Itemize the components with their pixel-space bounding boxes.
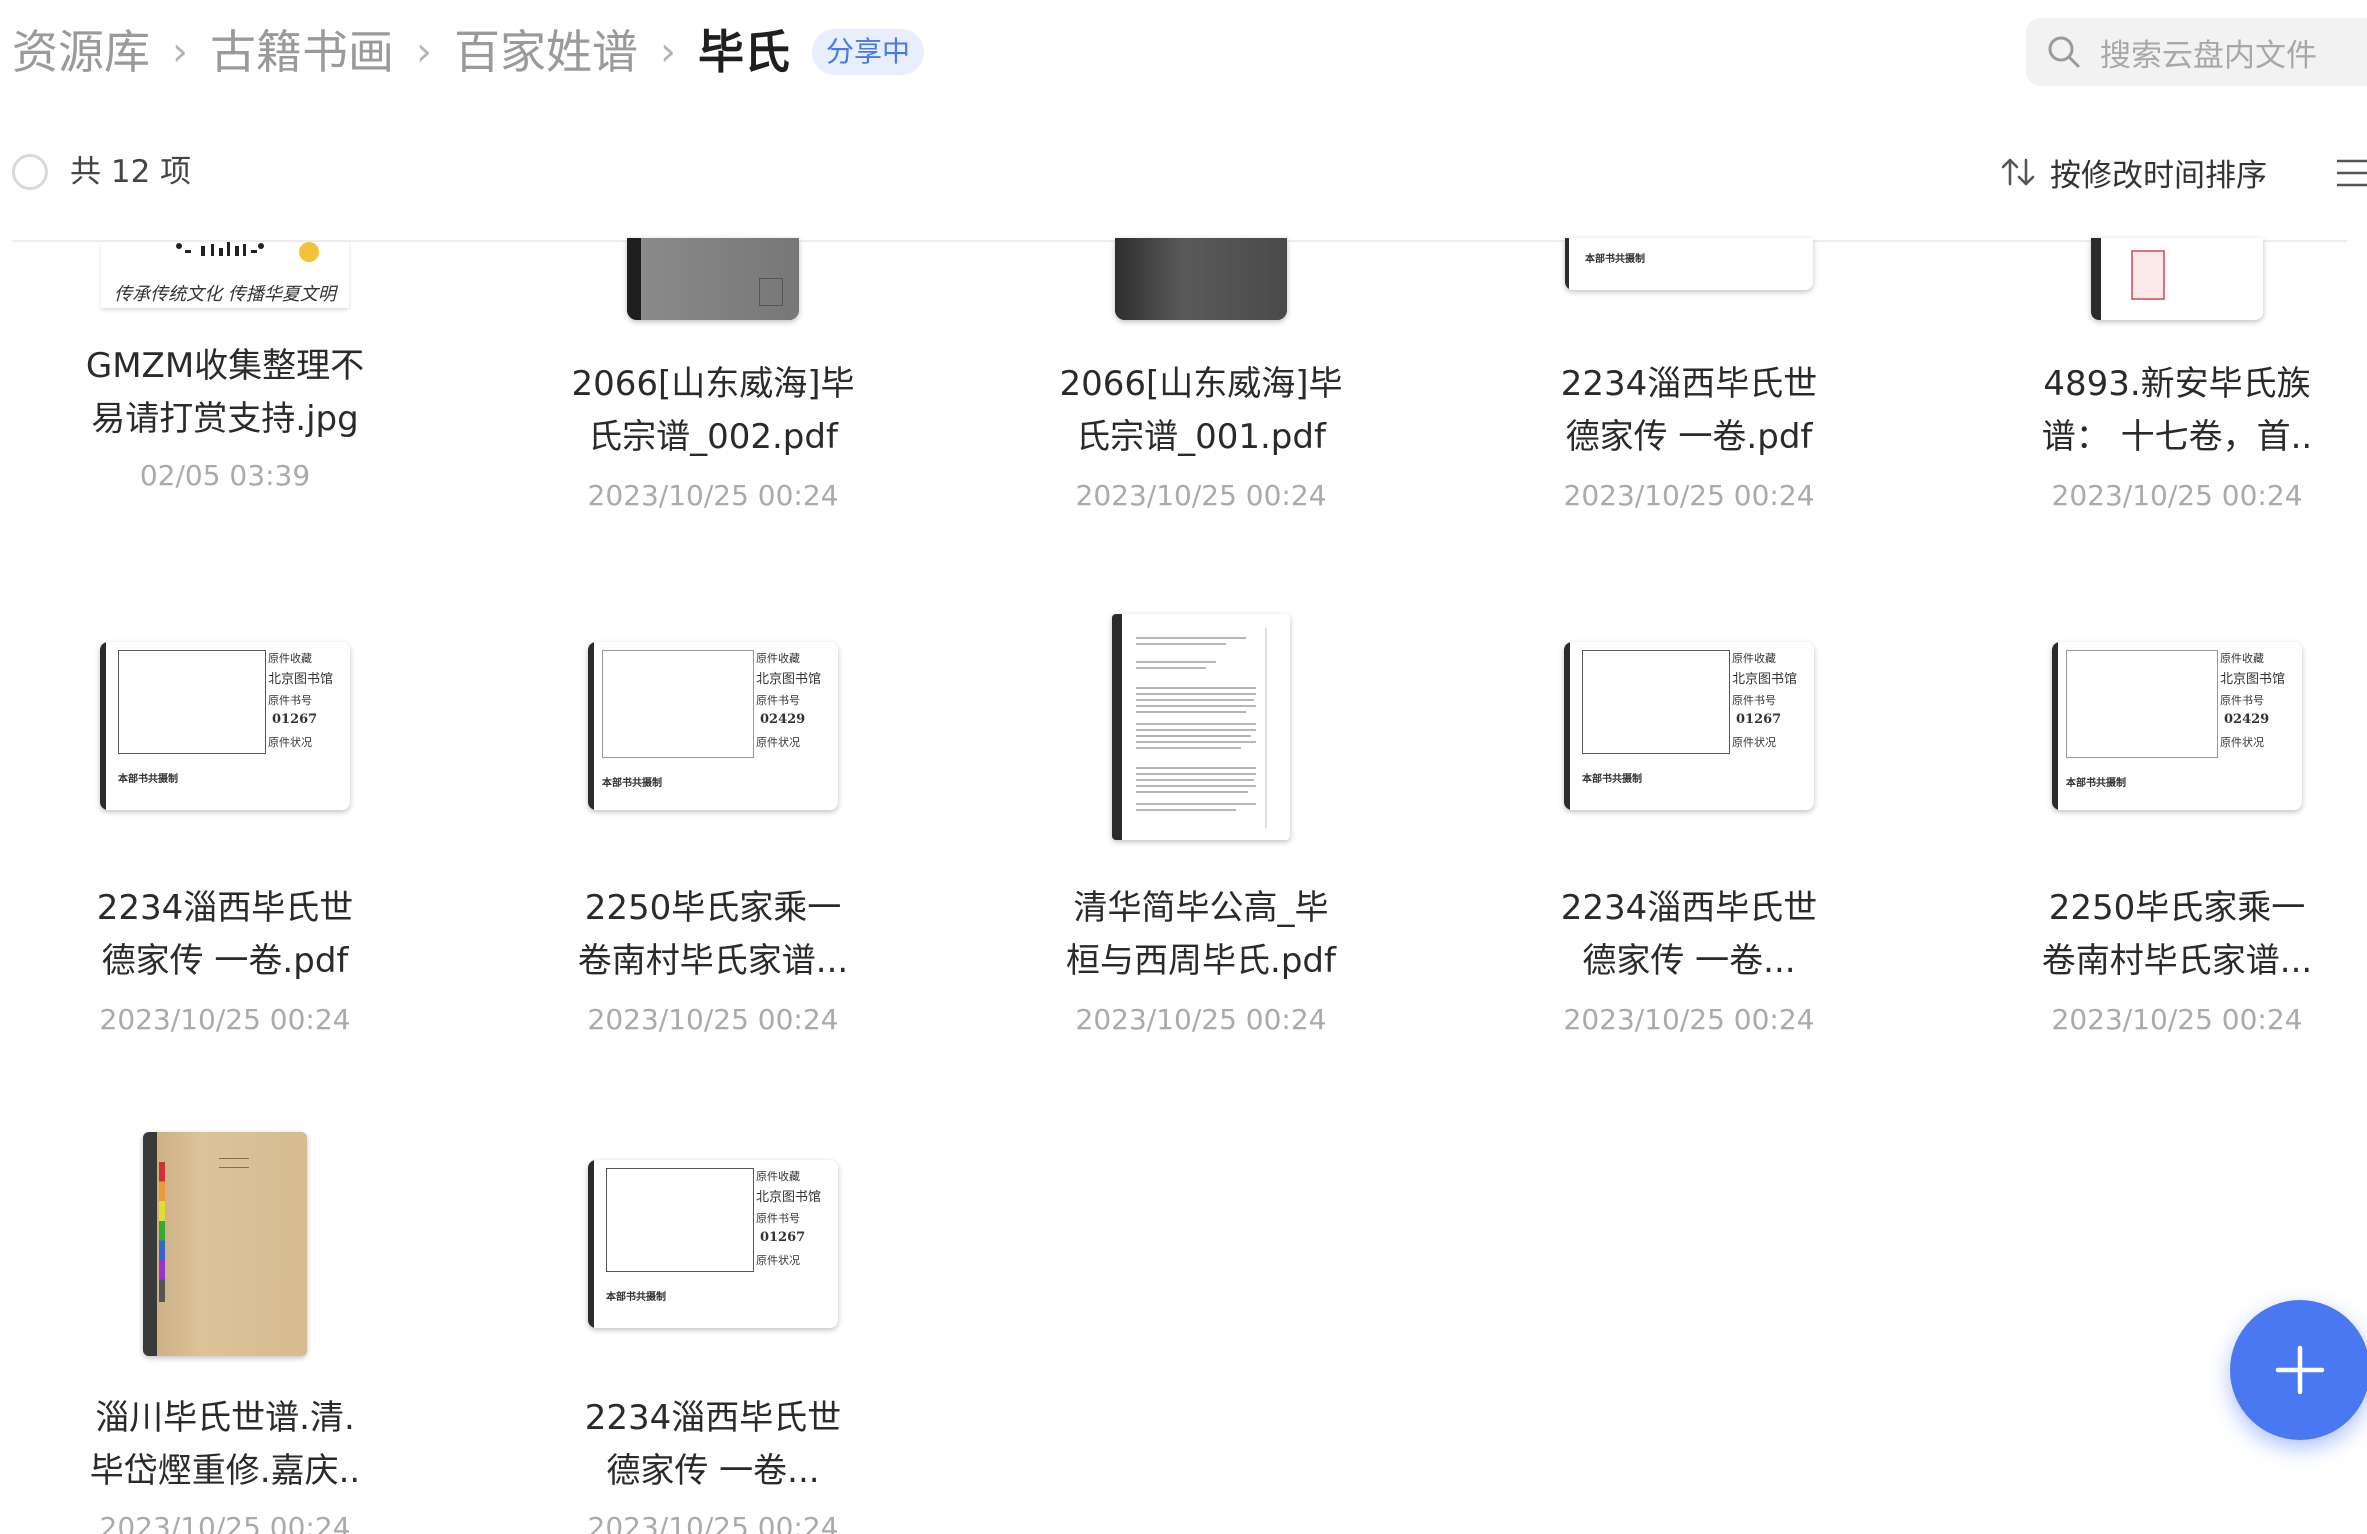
file-grid: 传承传统文化 传播华夏文明 GMZM收集整理不 易请打赏支持.jpg 02/05… xyxy=(0,0,2367,1534)
file-name: 2250毕氏家乘一 卷南村毕氏家谱... xyxy=(577,888,849,981)
file-thumbnail: 原件收藏 北京图书馆 原件书号 02429 原件状况 本部书共摄制 xyxy=(588,642,838,810)
file-name: 2234淄西毕氏世 德家传 一卷.pdf xyxy=(96,888,354,981)
file-date: 2023/10/25 00:24 xyxy=(99,1003,351,1036)
file-date: 2023/10/25 00:24 xyxy=(1563,479,1815,512)
file-thumbnail: 原件收藏 北京图书馆 原件书号 01267 原件状况 本部书共摄制 xyxy=(1564,642,1814,810)
file-item[interactable]: 本部书共摄制 2234淄西毕氏世 德家传 一卷.pdf 2023/10/25 0… xyxy=(1524,198,1854,528)
file-name: 2234淄西毕氏世 德家传 一卷... xyxy=(1560,888,1818,981)
thumb-caption: 传承传统文化 传播华夏文明 xyxy=(114,284,336,305)
file-name: GMZM收集整理不 易请打赏支持.jpg xyxy=(85,346,365,439)
file-name: 4893.新安毕氏族 谱： 十七卷，首.. xyxy=(2041,364,2313,457)
document-text-lines xyxy=(1136,628,1267,828)
file-date: 2023/10/25 00:24 xyxy=(99,1511,351,1534)
file-item[interactable]: 原件收藏 北京图书馆 原件书号 01267 原件状况 本部书共摄制 2234淄西… xyxy=(60,640,390,1040)
file-date: 2023/10/25 00:24 xyxy=(2051,1003,2303,1036)
file-item[interactable]: 淄川毕氏世谱.清. 毕岱熞重修.嘉庆.. 2023/10/25 00:24 xyxy=(60,1130,390,1534)
file-name: 2250毕氏家乘一 卷南村毕氏家谱... xyxy=(2041,888,2313,981)
file-item[interactable]: 清华简毕公高_毕 桓与西周毕氏.pdf 2023/10/25 00:24 xyxy=(1036,612,1366,1040)
color-calibration-bar xyxy=(159,1162,165,1302)
seal-stamp xyxy=(2131,250,2165,300)
file-item[interactable]: 4893.新安毕氏族 谱： 十七卷，首.. 2023/10/25 00:24 xyxy=(2012,198,2342,528)
thumb-footer: 本部书共摄制 xyxy=(1585,254,1645,265)
file-name: 2066[山东威海]毕 氏宗谱_001.pdf xyxy=(1059,364,1343,457)
file-thumbnail: 原件收藏 北京图书馆 原件书号 01267 原件状况 本部书共摄制 xyxy=(588,1160,838,1328)
file-date: 2023/10/25 00:24 xyxy=(587,479,839,512)
file-date: 2023/10/25 00:24 xyxy=(2051,479,2303,512)
file-thumbnail: 原件收藏 北京图书馆 原件书号 01267 原件状况 本部书共摄制 xyxy=(100,642,350,810)
file-thumbnail xyxy=(1112,614,1290,840)
file-date: 2023/10/25 00:24 xyxy=(587,1003,839,1036)
file-date: 2023/10/25 00:24 xyxy=(1075,1003,1327,1036)
file-name: 2066[山东威海]毕 氏宗谱_002.pdf xyxy=(571,364,855,457)
file-date: 02/05 03:39 xyxy=(139,459,311,492)
file-thumbnail xyxy=(143,1132,307,1356)
file-item[interactable]: 2066[山东威海]毕 氏宗谱_001.pdf 2023/10/25 00:24 xyxy=(1036,198,1366,528)
file-date: 2023/10/25 00:24 xyxy=(587,1511,839,1534)
file-item[interactable]: 原件收藏 北京图书馆 原件书号 01267 原件状况 本部书共摄制 2234淄西… xyxy=(1524,640,1854,1040)
file-name: 2234淄西毕氏世 德家传 一卷... xyxy=(584,1398,842,1491)
file-item[interactable]: 原件收藏 北京图书馆 原件书号 02429 原件状况 本部书共摄制 2250毕氏… xyxy=(2012,640,2342,1040)
file-name: 清华简毕公高_毕 桓与西周毕氏.pdf xyxy=(1066,888,1336,981)
file-thumbnail: 传承传统文化 传播华夏文明 xyxy=(101,242,349,308)
file-thumbnail: 原件收藏 北京图书馆 原件书号 02429 原件状况 本部书共摄制 xyxy=(2052,642,2302,810)
file-date: 2023/10/25 00:24 xyxy=(1563,1003,1815,1036)
file-thumbnail xyxy=(1115,238,1287,320)
file-thumbnail: 本部书共摄制 xyxy=(1565,238,1813,290)
file-name: 2234淄西毕氏世 德家传 一卷.pdf xyxy=(1560,364,1818,457)
add-button[interactable] xyxy=(2230,1300,2367,1440)
file-item[interactable]: 2066[山东威海]毕 氏宗谱_002.pdf 2023/10/25 00:24 xyxy=(548,198,878,528)
file-name: 淄川毕氏世谱.清. 毕岱熞重修.嘉庆.. xyxy=(89,1398,361,1491)
file-item[interactable]: 原件收藏 北京图书馆 原件书号 01267 原件状况 本部书共摄制 2234淄西… xyxy=(548,1158,878,1534)
file-item[interactable]: 原件收藏 北京图书馆 原件书号 02429 原件状况 本部书共摄制 2250毕氏… xyxy=(548,640,878,1040)
plus-icon xyxy=(2275,1345,2325,1395)
file-item[interactable]: 传承传统文化 传播华夏文明 GMZM收集整理不 易请打赏支持.jpg 02/05… xyxy=(60,178,390,508)
file-date: 2023/10/25 00:24 xyxy=(1075,479,1327,512)
file-thumbnail xyxy=(627,238,799,320)
file-thumbnail xyxy=(2091,238,2263,320)
